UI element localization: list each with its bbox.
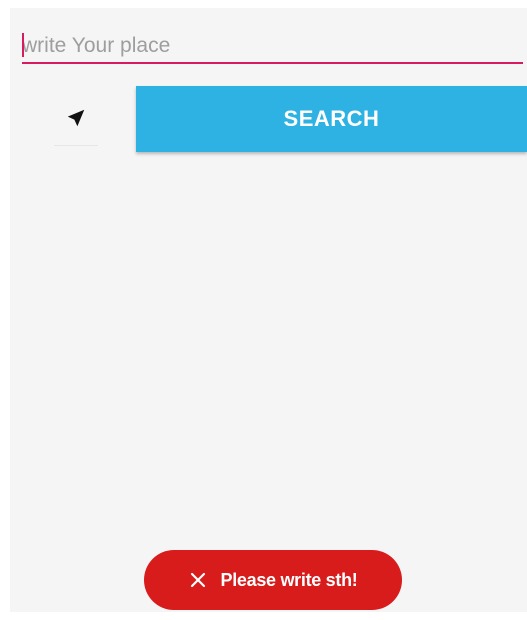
place-search-input[interactable] [22,30,523,64]
search-button[interactable]: SEARCH [136,86,527,152]
text-cursor [22,33,24,57]
navigation-arrow-icon [65,107,87,134]
toast-message: Please write sth! [220,569,358,590]
current-location-button[interactable] [54,96,98,146]
error-toast: Please write sth! [144,550,402,610]
app-screen: SEARCH Please write sth! [10,8,527,612]
close-icon [189,571,207,589]
